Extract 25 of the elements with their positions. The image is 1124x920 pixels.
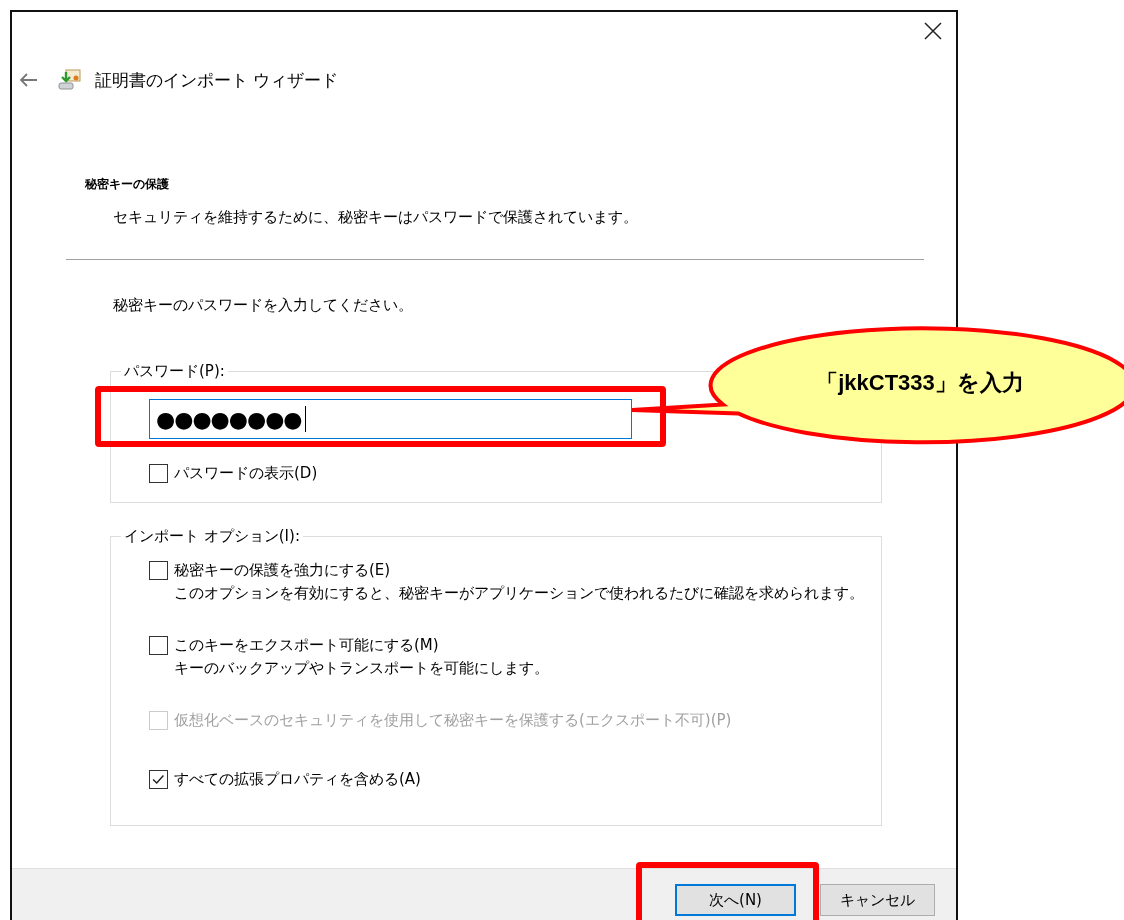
option-description: このオプションを有効にすると、秘密キーがアプリケーションで使われるたびに確認を求められます。 bbox=[174, 583, 865, 604]
back-arrow-icon[interactable] bbox=[20, 73, 38, 87]
checkbox-label: 秘密キーの保護を強力にする(E) bbox=[174, 560, 391, 581]
group-label: インポート オプション(I): bbox=[123, 526, 301, 546]
checkbox-label: すべての拡張プロパティを含める(A) bbox=[174, 769, 421, 790]
option-description: キーのバックアップやトランスポートを可能にします。 bbox=[174, 658, 550, 679]
next-button[interactable]: 次へ(N) bbox=[675, 884, 796, 916]
group-label: パスワード(P): bbox=[123, 361, 226, 381]
checkbox[interactable] bbox=[149, 561, 168, 580]
text-cursor bbox=[304, 406, 306, 432]
checkbox[interactable] bbox=[149, 636, 168, 655]
checkbox[interactable] bbox=[149, 464, 168, 483]
checkbox[interactable] bbox=[149, 770, 168, 789]
window-title: 証明書のインポート ウィザード bbox=[95, 68, 339, 92]
callout-text: 「jkkCT333」を入力 bbox=[815, 369, 1025, 397]
certificate-icon bbox=[57, 69, 81, 91]
checkbox-label: 仮想化ベースのセキュリティを使用して秘密キーを保護する(エクスポート不可)(P) bbox=[174, 710, 732, 731]
close-icon[interactable] bbox=[924, 22, 942, 40]
password-field[interactable]: ●●●●●●●● bbox=[149, 399, 632, 439]
cancel-button[interactable]: キャンセル bbox=[820, 884, 935, 916]
checkbox-label: このキーをエクスポート可能にする(M) bbox=[174, 635, 439, 656]
checkbox-label: パスワードの表示(D) bbox=[174, 463, 318, 484]
section-title: 秘密キーの保護 bbox=[85, 176, 170, 192]
password-prompt: 秘密キーのパスワードを入力してください。 bbox=[113, 295, 414, 315]
section-description: セキュリティを維持するために、秘密キーはパスワードで保護されています。 bbox=[113, 207, 639, 227]
